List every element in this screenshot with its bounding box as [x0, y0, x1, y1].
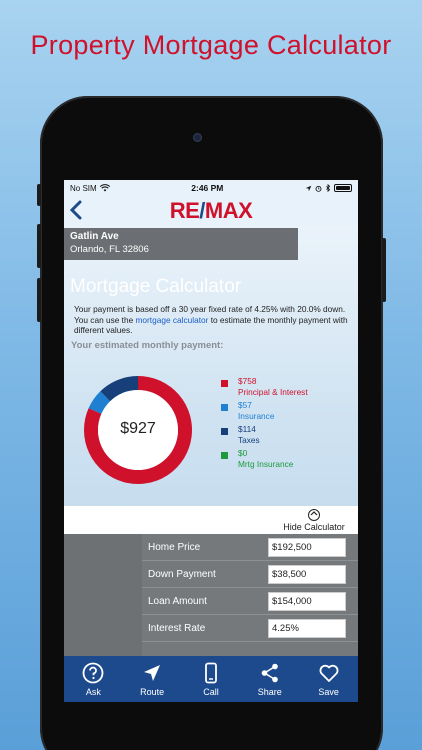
- legend-swatch: [221, 404, 228, 411]
- legend-item: $0 Mrtg Insurance: [221, 448, 308, 469]
- legend-label: Insurance: [238, 410, 275, 421]
- payment-legend: $758 Principal & Interest $57 Insurance $114…: [221, 376, 308, 472]
- power-button: [382, 238, 386, 302]
- legend-label: Principal & Interest: [238, 386, 308, 397]
- hide-calculator-bar: Hide Calculator: [64, 506, 358, 534]
- loan-amount-input[interactable]: [268, 591, 346, 611]
- mortgage-calculator-link[interactable]: mortgage calculator: [136, 315, 209, 325]
- hide-calculator-label: Hide Calculator: [283, 522, 345, 532]
- tab-call[interactable]: Call: [182, 662, 240, 697]
- hide-calculator-button[interactable]: Hide Calculator: [274, 509, 354, 532]
- form-row-loan-amount: Loan Amount: [142, 588, 358, 615]
- phone-frame: No SIM 2:46 PM RE/MAX Gatlin Ave Orlando…: [37, 96, 386, 750]
- loan-amount-label: Loan Amount: [148, 595, 207, 607]
- chevron-left-icon: [69, 200, 82, 220]
- tab-save[interactable]: Save: [300, 662, 358, 697]
- alarm-icon: [315, 185, 322, 192]
- form-side-panel: [64, 534, 142, 656]
- clock: 2:46 PM: [191, 183, 224, 193]
- carrier-label: No SIM: [70, 183, 97, 193]
- legend-item: $758 Principal & Interest: [221, 376, 308, 397]
- legend-amount: $114: [238, 424, 256, 434]
- wifi-icon: [99, 184, 110, 192]
- home-price-input[interactable]: [268, 537, 346, 557]
- tab-save-label: Save: [318, 686, 339, 697]
- phone-screen: No SIM 2:46 PM RE/MAX Gatlin Ave Orlando…: [64, 180, 358, 702]
- tab-call-label: Call: [203, 686, 219, 697]
- location-arrow-icon: [305, 185, 312, 191]
- estimate-label: Your estimated monthly payment:: [71, 340, 224, 351]
- remax-logo: RE/MAX: [169, 198, 253, 223]
- volume-down-button: [37, 278, 41, 322]
- payment-donut-chart: $927: [78, 370, 198, 490]
- tab-share-label: Share: [257, 686, 282, 697]
- volume-up-button: [37, 224, 41, 268]
- donut-slice: [88, 391, 111, 415]
- legend-amount: $57: [238, 400, 252, 410]
- legend-swatch: [221, 380, 228, 387]
- form-row-interest-rate: Interest Rate: [142, 615, 358, 642]
- legend-item: $114 Taxes: [221, 424, 308, 445]
- legend-amount: $758: [238, 376, 257, 386]
- legend-item: $57 Insurance: [221, 400, 308, 421]
- legend-amount: $0: [238, 448, 248, 458]
- address-banner: Gatlin Ave Orlando, FL 32806: [64, 228, 298, 260]
- legend-label: Taxes: [238, 434, 260, 445]
- legend-swatch: [221, 428, 228, 435]
- down-payment-label: Down Payment: [148, 568, 216, 580]
- calculator-form: Home Price Down Payment Loan Amount Inte…: [64, 534, 358, 656]
- status-bar: No SIM 2:46 PM: [64, 180, 358, 196]
- bottom-tab-bar: Ask Route Call Share Save: [64, 656, 358, 702]
- chevron-up-circle-icon: [308, 509, 320, 521]
- tab-ask-label: Ask: [85, 686, 101, 697]
- monthly-total: $927: [120, 420, 156, 437]
- nav-bar: RE/MAX: [64, 196, 358, 226]
- city-address: Orlando, FL 32806: [70, 244, 149, 255]
- tab-ask[interactable]: Ask: [64, 662, 122, 697]
- navigation-arrow-icon: [144, 664, 161, 681]
- tab-route-label: Route: [140, 686, 165, 697]
- front-camera: [193, 133, 202, 142]
- back-button[interactable]: [69, 199, 89, 223]
- tab-share[interactable]: Share: [241, 662, 299, 697]
- street-address: Gatlin Ave: [70, 231, 119, 242]
- legend-label: Mrtg Insurance: [238, 458, 294, 469]
- phone-icon: [205, 662, 217, 683]
- home-price-label: Home Price: [148, 541, 201, 553]
- bluetooth-icon: [326, 184, 331, 192]
- tab-route[interactable]: Route: [123, 662, 181, 697]
- interest-rate-label: Interest Rate: [148, 622, 206, 634]
- page-headline: Property Mortgage Calculator: [30, 30, 392, 60]
- battery-icon: [333, 184, 352, 192]
- form-row-home-price: Home Price: [142, 534, 358, 561]
- form-row-down-payment: Down Payment: [142, 561, 358, 588]
- calculator-title: Mortgage Calculator: [70, 276, 242, 297]
- down-payment-input[interactable]: [268, 564, 346, 584]
- calculator-description: Your payment is based off a 30 year fixe…: [74, 304, 348, 335]
- question-icon: [82, 662, 104, 683]
- share-icon: [261, 663, 278, 682]
- mute-switch: [37, 184, 41, 206]
- content-area: Gatlin Ave Orlando, FL 32806 Mortgage Ca…: [64, 226, 358, 656]
- legend-swatch: [221, 452, 228, 459]
- interest-rate-input[interactable]: [268, 618, 346, 638]
- heart-icon: [319, 664, 339, 682]
